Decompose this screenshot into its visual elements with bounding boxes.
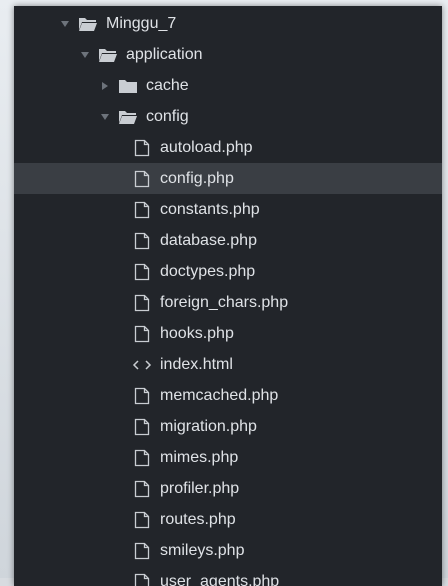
tree-item-label: config	[146, 109, 189, 125]
chevron-down-icon[interactable]	[58, 17, 72, 31]
tree-file-routes-php[interactable]: routes.php	[14, 504, 442, 535]
tree-file-mimes-php[interactable]: mimes.php	[14, 442, 442, 473]
tree-item-label: config.php	[160, 171, 234, 187]
tree-item-label: constants.php	[160, 202, 260, 218]
file-tree-panel: Minggu_7 application cache config autoload.p…	[14, 6, 442, 586]
tree-file-config-php[interactable]: config.php	[14, 163, 442, 194]
tree-item-label: index.html	[160, 357, 233, 373]
tree-folder-application[interactable]: application	[14, 39, 442, 70]
tree-file-migration-php[interactable]: migration.php	[14, 411, 442, 442]
file-icon	[132, 417, 152, 437]
file-icon	[132, 138, 152, 158]
tree-file-user-agents-php[interactable]: user_agents.php	[14, 566, 442, 586]
tree-item-label: cache	[146, 78, 189, 94]
tree-item-label: database.php	[160, 233, 257, 249]
file-icon	[132, 541, 152, 561]
tree-item-label: application	[126, 47, 203, 63]
file-icon	[132, 510, 152, 530]
folder-icon	[118, 76, 138, 96]
file-icon	[132, 448, 152, 468]
chevron-down-icon[interactable]	[78, 48, 92, 62]
file-icon	[132, 479, 152, 499]
file-icon	[132, 169, 152, 189]
file-icon	[132, 200, 152, 220]
tree-file-database-php[interactable]: database.php	[14, 225, 442, 256]
tree-item-label: memcached.php	[160, 388, 278, 404]
file-icon	[132, 386, 152, 406]
code-file-icon	[132, 355, 152, 375]
file-icon	[132, 572, 152, 586]
tree-item-label: Minggu_7	[106, 16, 176, 32]
tree-file-doctypes-php[interactable]: doctypes.php	[14, 256, 442, 287]
tree-file-index-html[interactable]: index.html	[14, 349, 442, 380]
tree-file-autoload-php[interactable]: autoload.php	[14, 132, 442, 163]
tree-file-hooks-php[interactable]: hooks.php	[14, 318, 442, 349]
tree-folder-minggu-7[interactable]: Minggu_7	[14, 8, 442, 39]
tree-item-label: hooks.php	[160, 326, 234, 342]
tree-item-label: foreign_chars.php	[160, 295, 288, 311]
file-icon	[132, 293, 152, 313]
tree-item-label: doctypes.php	[160, 264, 255, 280]
tree-item-label: autoload.php	[160, 140, 253, 156]
folder-open-icon	[78, 14, 98, 34]
tree-folder-cache[interactable]: cache	[14, 70, 442, 101]
chevron-right-icon[interactable]	[98, 79, 112, 93]
tree-file-smileys-php[interactable]: smileys.php	[14, 535, 442, 566]
tree-folder-config[interactable]: config	[14, 101, 442, 132]
file-icon	[132, 324, 152, 344]
tree-item-label: migration.php	[160, 419, 257, 435]
tree-file-profiler-php[interactable]: profiler.php	[14, 473, 442, 504]
chevron-down-icon[interactable]	[98, 110, 112, 124]
tree-item-label: user_agents.php	[160, 574, 279, 586]
tree-item-label: profiler.php	[160, 481, 239, 497]
tree-file-foreign-chars-php[interactable]: foreign_chars.php	[14, 287, 442, 318]
file-icon	[132, 262, 152, 282]
tree-item-label: mimes.php	[160, 450, 238, 466]
folder-open-icon	[98, 45, 118, 65]
file-icon	[132, 231, 152, 251]
tree-file-memcached-php[interactable]: memcached.php	[14, 380, 442, 411]
tree-item-label: smileys.php	[160, 543, 244, 559]
tree-file-constants-php[interactable]: constants.php	[14, 194, 442, 225]
tree-item-label: routes.php	[160, 512, 236, 528]
folder-open-icon	[118, 107, 138, 127]
